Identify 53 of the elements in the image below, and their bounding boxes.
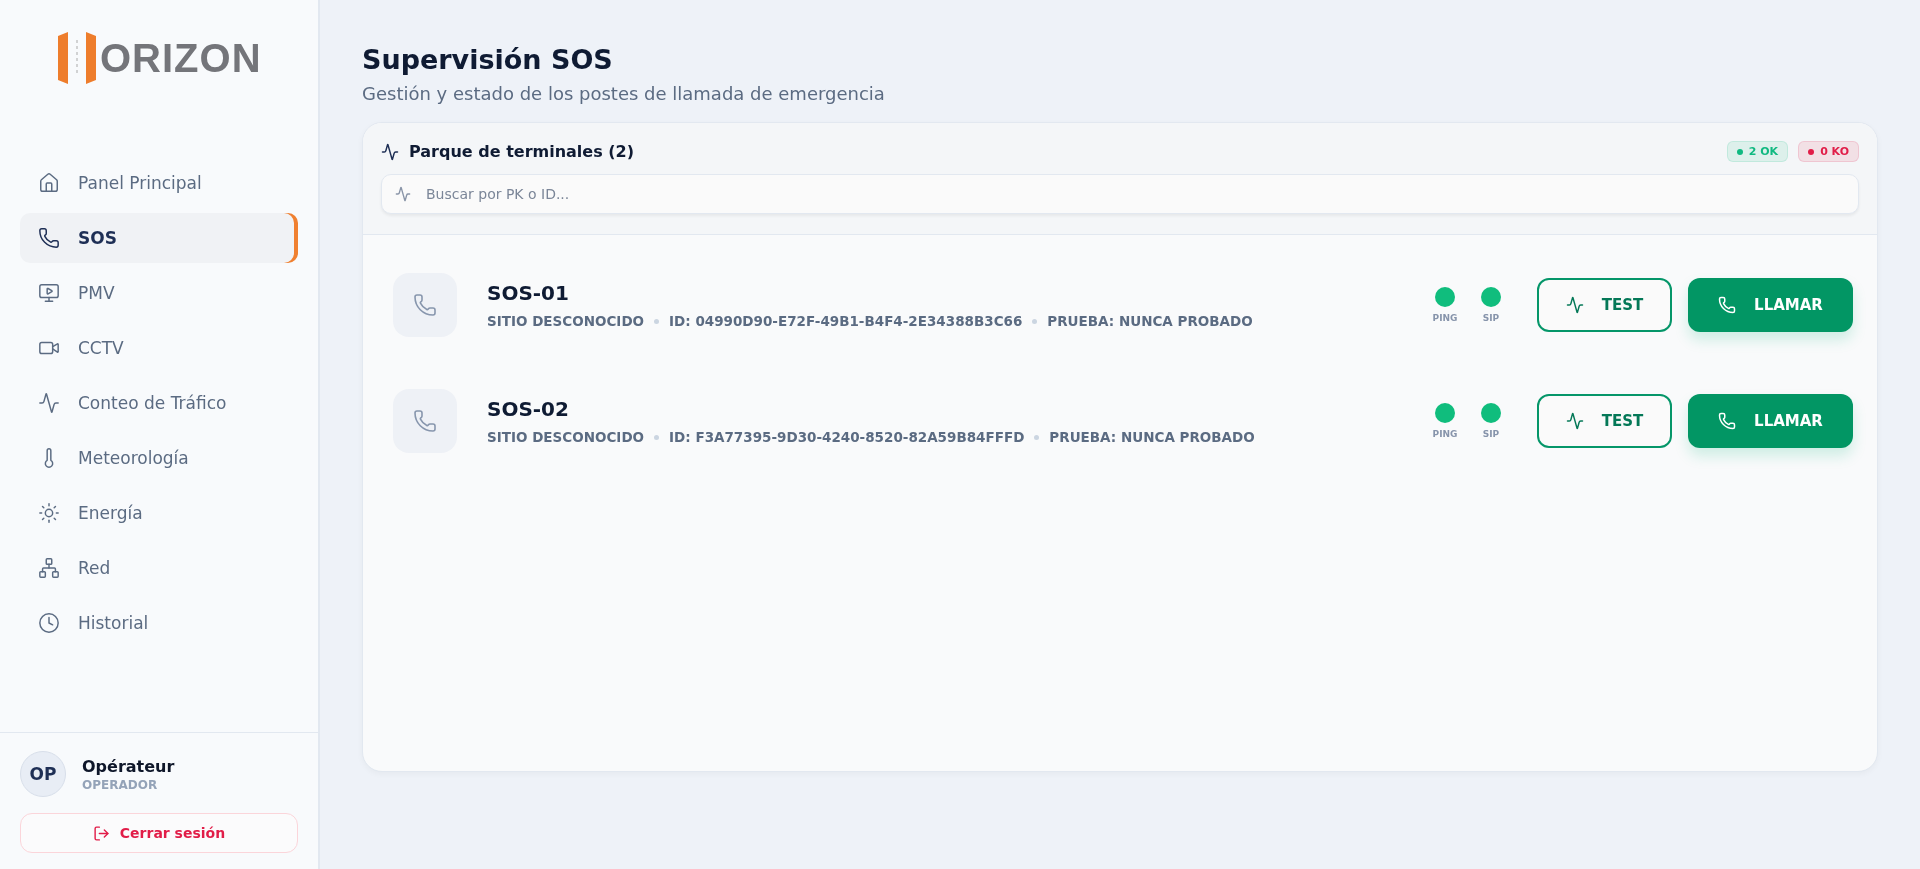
terminal-site: SITIO DESCONOCIDO [487, 429, 645, 445]
nav-item[interactable]: Conteo de Tráfico [20, 378, 298, 428]
panel-title: Parque de terminales (2) [409, 142, 636, 161]
user-role: OPERADOR [82, 777, 159, 792]
nav-item[interactable]: SOS [20, 213, 298, 263]
pulse-icon [381, 142, 399, 161]
phone-icon [1718, 296, 1737, 314]
status-badge: 2 OK [1726, 141, 1789, 162]
call-button[interactable]: LLAMAR [1688, 278, 1853, 332]
pulse-icon [38, 392, 60, 414]
user-name: Opérateur [82, 756, 175, 776]
status-label: SIP [1482, 429, 1500, 439]
terminal-id: ID: F3A77395-9D30-4240-8520-82A59B84FFFD [669, 429, 1025, 445]
monitor-icon [38, 282, 60, 304]
terminal-name: SOS-01 [487, 281, 570, 305]
call-button[interactable]: LLAMAR [1688, 394, 1853, 448]
logo-icon [58, 32, 96, 84]
home-icon [38, 172, 60, 194]
phone-icon [413, 409, 437, 433]
nav-item[interactable]: PMV [20, 268, 298, 318]
test-button[interactable]: TEST [1537, 278, 1672, 332]
nav-item[interactable]: Meteorología [20, 433, 298, 483]
nav-item[interactable]: Panel Principal [20, 158, 298, 208]
status-badge: 0 KO [1798, 141, 1859, 162]
status-label: PING [1432, 313, 1458, 323]
pulse-icon [395, 186, 411, 202]
terminal-test-status: PRUEBA: NUNCA PROBADO [1047, 313, 1253, 329]
test-button[interactable]: TEST [1537, 394, 1672, 448]
status-label: PING [1432, 429, 1458, 439]
terminal-id: ID: 04990D90-E72F-49B1-B4F4-2E34388B3C66 [669, 313, 1023, 329]
phone-icon [1718, 412, 1737, 430]
logout-button[interactable]: Cerrar sesión [20, 813, 298, 853]
phone-icon [413, 293, 437, 317]
nav-item[interactable]: Red [20, 543, 298, 593]
terminal-name: SOS-02 [487, 397, 570, 421]
sun-icon [38, 502, 60, 524]
nav-item[interactable]: Energía [20, 488, 298, 538]
page-subtitle: Gestión y estado de los postes de llamada de emergencia [362, 83, 886, 104]
pulse-icon [1565, 296, 1584, 314]
logo-text: ORIZON [100, 35, 262, 81]
search-field[interactable]: Buscar por PK o ID... [381, 174, 1859, 214]
logout-icon [92, 824, 110, 842]
phone-icon [38, 227, 60, 249]
clock-icon [38, 612, 60, 634]
page-title: Supervisión SOS [362, 44, 614, 75]
pulse-icon [1565, 412, 1584, 430]
nav-item[interactable]: CCTV [20, 323, 298, 373]
nav-item[interactable]: Historial [20, 598, 298, 648]
terminal-site: SITIO DESCONOCIDO [487, 313, 645, 329]
network-icon [38, 557, 60, 579]
status-label: SIP [1482, 313, 1500, 323]
user-avatar: OP [20, 751, 66, 797]
terminal-test-status: PRUEBA: NUNCA PROBADO [1049, 429, 1255, 445]
